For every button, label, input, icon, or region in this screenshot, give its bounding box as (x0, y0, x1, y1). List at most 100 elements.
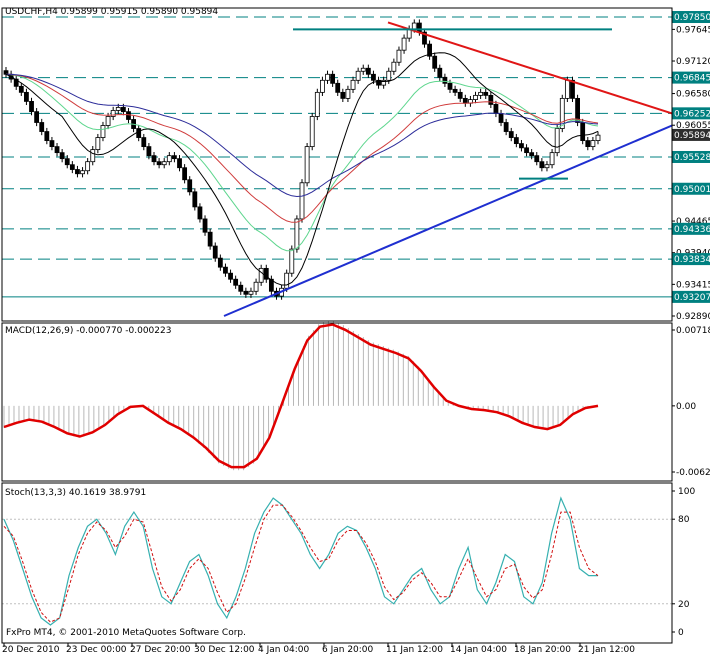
candle-body (488, 94, 494, 105)
candle-body (325, 73, 330, 81)
price-tick-label: 0.97120 (676, 57, 710, 67)
level-label: 0.94336 (674, 225, 710, 235)
level-label: 0.97850 (674, 13, 710, 23)
candle-body (177, 158, 182, 169)
candle-body (95, 137, 101, 151)
price-frame (1, 7, 673, 322)
candle-body (202, 218, 208, 233)
candle-body (248, 290, 254, 295)
stoch-tick-label: 0 (678, 628, 684, 638)
candle-body (223, 266, 228, 274)
candle-body (549, 152, 555, 166)
candle-body (59, 152, 65, 160)
candle-body (156, 161, 162, 166)
candle-body (80, 170, 85, 175)
candle-body (39, 122, 45, 132)
candle-body (75, 169, 80, 175)
level-label: 0.93207 (674, 293, 710, 303)
candle-body (462, 97, 468, 104)
level-label: 0.95001 (674, 185, 710, 195)
candle-body (416, 22, 422, 33)
candle-body (166, 155, 172, 163)
candle-body (284, 272, 290, 289)
support-trendline (223, 124, 673, 317)
candle-body (309, 116, 315, 148)
price-tick-label: 0.93415 (676, 280, 710, 290)
resistance-trendline (387, 21, 673, 115)
copyright-footer: FxPro MT4, © 2001-2010 MetaQuotes Softwa… (6, 628, 246, 638)
candle-body (355, 70, 361, 81)
candle-body (238, 284, 244, 292)
candle-body (136, 128, 142, 138)
candle-body (172, 155, 177, 160)
moving-average-black (5, 52, 599, 286)
candle-body (3, 70, 9, 75)
candle-body (508, 131, 514, 138)
candle-body (151, 155, 157, 163)
candle-body (29, 101, 34, 113)
moving-average-green (5, 73, 599, 252)
candle-body (478, 91, 484, 96)
candle-body (519, 143, 524, 149)
candle-body (24, 91, 29, 102)
candle-body (294, 218, 300, 250)
level-label: 0.96252 (674, 109, 710, 119)
time-tick-label: 6 Jan 20:00 (322, 645, 374, 655)
macd-tick-label: 0.00 (676, 402, 696, 412)
time-tick-label: 21 Jan 12:00 (578, 645, 635, 655)
candle-body (141, 137, 147, 148)
candle-body (457, 91, 463, 99)
candle-body (595, 134, 601, 141)
candle-body (493, 104, 499, 114)
stoch-tick-label: 80 (678, 515, 690, 525)
candle-body (524, 147, 529, 154)
level-label: 0.95528 (674, 153, 710, 163)
candle-body (590, 140, 596, 148)
candle-body (360, 67, 366, 72)
candle-body (233, 278, 239, 286)
stochastic-title: Stoch(13,3,3) 40.1619 38.9791 (5, 488, 146, 498)
stoch-tick-label: 100 (678, 487, 695, 497)
candle-body (442, 76, 448, 84)
candle-body (437, 67, 443, 78)
stoch-frame (1, 482, 673, 644)
current-price-label: 0.95894 (674, 131, 710, 141)
candle-body (529, 152, 535, 157)
candle-body (44, 131, 50, 141)
candle-body (330, 73, 336, 84)
candle-body (54, 146, 60, 154)
candle-body (386, 70, 392, 81)
macd-tick-label: -0.00626 (676, 468, 710, 478)
stoch-tick-label: 20 (678, 600, 690, 610)
candle-body (187, 179, 193, 193)
time-tick-label: 20 Dec 2010 (2, 645, 60, 655)
candle-body (258, 267, 264, 283)
time-tick-label: 18 Jan 20:00 (514, 645, 571, 655)
candle-body (539, 161, 545, 169)
candle-body (243, 290, 249, 295)
candle-body (34, 111, 40, 123)
price-panel: 0.976450.971200.965800.960550.955280.950… (2, 11, 710, 322)
candle-body (350, 79, 356, 90)
candle-body (18, 85, 24, 93)
candle-body (304, 146, 310, 184)
candle-body (580, 122, 586, 141)
candle-body (217, 257, 223, 268)
time-tick-label: 11 Jan 12:00 (386, 645, 443, 655)
candle-body (391, 61, 397, 72)
candle-body (253, 281, 259, 292)
candle-body (411, 22, 417, 30)
candle-body (401, 37, 407, 51)
candle-body (314, 91, 320, 117)
candle-body (207, 231, 213, 247)
macd-panel: 0.00718 0.00 -0.00626 (3, 320, 710, 478)
candle-body (432, 55, 438, 69)
time-tick-label: 14 Jan 04:00 (450, 645, 507, 655)
candle-body (396, 49, 402, 63)
candle-body (564, 79, 570, 99)
candle-body (192, 191, 198, 208)
macd-tick-label: 0.00718 (676, 326, 710, 336)
level-label: 0.96845 (674, 74, 710, 84)
candle-body (483, 91, 489, 96)
candle-body (126, 111, 131, 120)
